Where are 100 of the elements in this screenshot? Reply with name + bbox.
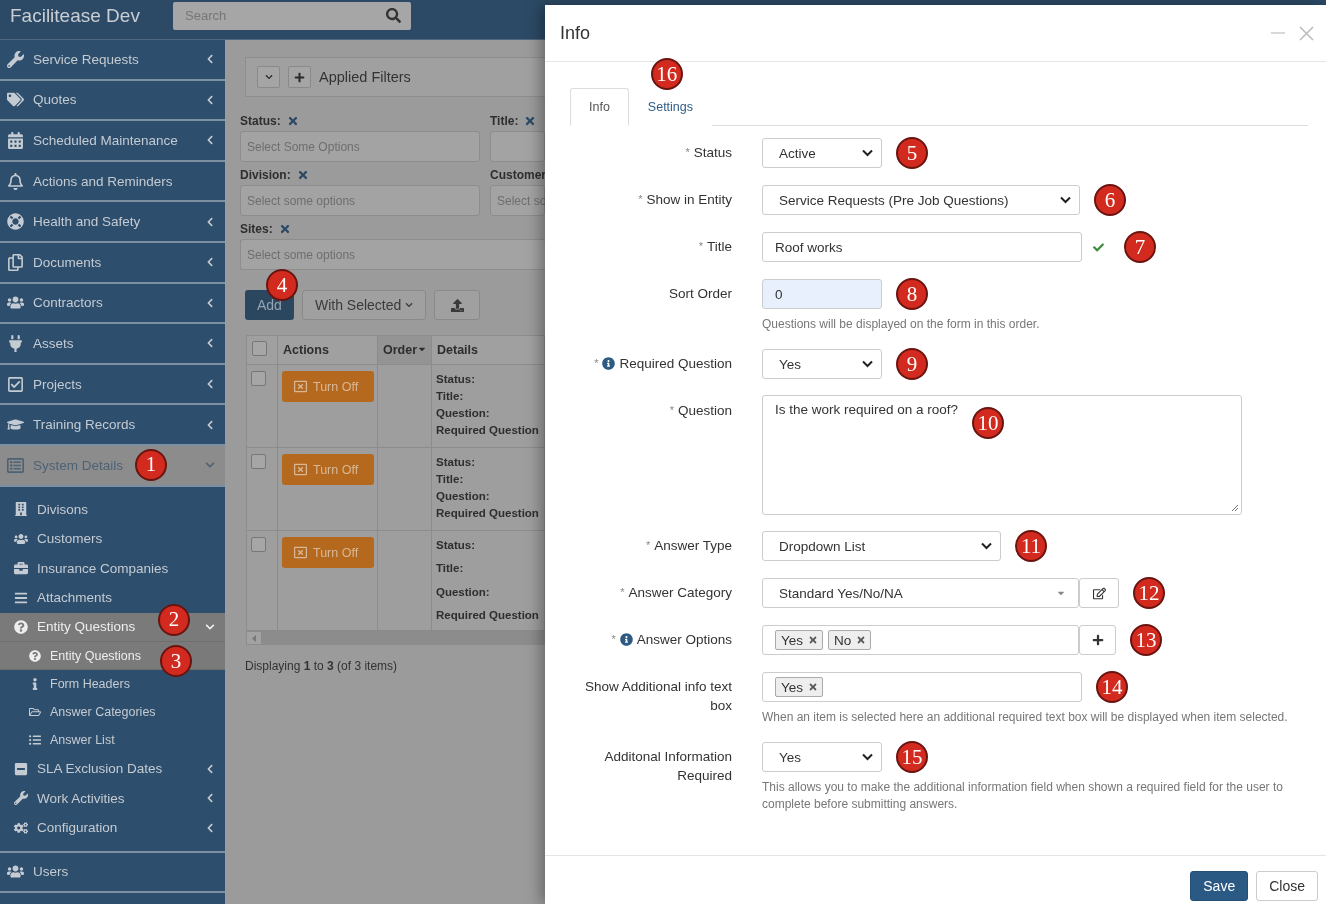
column-header[interactable]: Details [431, 335, 545, 365]
required-mark: * [638, 192, 643, 207]
remove-icon[interactable] [808, 682, 819, 692]
chevron-left-icon [205, 257, 215, 268]
sidebar-subitem[interactable]: Divisons [0, 494, 225, 525]
checkbox[interactable] [251, 454, 266, 469]
detail-label: Question: [436, 489, 490, 504]
number-badge: 15 [896, 741, 928, 773]
people-icon [14, 531, 28, 546]
upload-button[interactable] [434, 290, 481, 320]
info-icon[interactable] [619, 633, 633, 646]
filter-label: Status: [240, 114, 281, 128]
chevron-left-icon [205, 793, 215, 804]
x-box-icon [294, 463, 307, 476]
sidebar-subitem[interactable]: Insurance Companies [0, 553, 225, 584]
number-badge: 6 [1094, 184, 1126, 216]
remove-icon[interactable] [808, 635, 819, 645]
minus-icon [14, 761, 28, 776]
filter-field[interactable] [490, 131, 545, 162]
column-header[interactable]: Actions [277, 335, 378, 365]
app-brand[interactable]: Facilitease Dev [0, 4, 173, 27]
number-badge: 13 [1130, 624, 1162, 656]
chevron-down-icon [1060, 196, 1071, 204]
chevron-left-icon [205, 379, 215, 390]
x-box-icon [294, 380, 307, 393]
sidebar-subitem[interactable]: Answer List [0, 726, 225, 755]
detail-label: Question: [436, 406, 490, 421]
checkbox[interactable] [251, 371, 266, 386]
sidebar-subitem[interactable]: Answer Categories [0, 698, 225, 727]
sidebar-subitem[interactable]: Configuration [0, 813, 225, 843]
remove-icon[interactable] [286, 115, 299, 127]
tag: No [828, 630, 872, 650]
required-mark: * [620, 585, 625, 600]
search-icon [386, 8, 401, 23]
dropdown[interactable]: Service Requests (Pre Job Questions) [762, 185, 1080, 215]
chevron-down-icon [862, 149, 873, 157]
close-button[interactable]: Close [1256, 871, 1318, 901]
with-selected-button[interactable]: With Selected [301, 290, 427, 320]
dropdown[interactable]: Yes [762, 742, 882, 772]
number-badge: 5 [896, 137, 928, 169]
detail-label: Required Question [436, 608, 539, 623]
checkbox[interactable] [251, 537, 266, 552]
remove-icon[interactable] [278, 223, 291, 235]
tag-field[interactable]: Yes No [762, 625, 1079, 655]
text-field[interactable]: Roof works [762, 232, 1082, 262]
question-textarea[interactable]: Is the work required on a roof? 10 [762, 395, 1242, 515]
lines-icon [14, 590, 28, 605]
combo-field[interactable]: Standard Yes/No/NA [762, 578, 1079, 608]
number-badge: 12 [1133, 577, 1165, 609]
sidebar-subitem[interactable]: Customers [0, 524, 225, 554]
dropdown[interactable]: Active [762, 138, 882, 168]
add-button[interactable] [1079, 625, 1116, 655]
bell-icon [7, 172, 24, 190]
field-label: Title [707, 238, 732, 256]
remove-icon[interactable] [856, 635, 867, 645]
sidebar-subitem[interactable]: Work Activities [0, 783, 225, 814]
caret-icon [405, 301, 414, 309]
number-badge: 8 [896, 278, 928, 310]
number-field[interactable]: 0 [762, 279, 882, 309]
modal-title: Info [560, 22, 592, 44]
help-text: When an item is selected here an additional required text box will be displayed when item selected. [762, 709, 1289, 726]
checkbox[interactable] [252, 341, 267, 356]
building-icon [14, 502, 28, 517]
dropdown[interactable]: Dropdown List [762, 531, 1001, 561]
remove-icon[interactable] [524, 115, 537, 127]
documents-icon [7, 253, 24, 271]
upload-icon [450, 298, 464, 312]
plug-icon [7, 334, 24, 352]
help-text: Questions will be displayed on the form in this order. [762, 316, 1041, 333]
field-label: Status [693, 144, 732, 162]
column-header[interactable]: Order [377, 335, 432, 365]
chevron-down-icon [264, 73, 273, 81]
field-label: Show in Entity [646, 191, 732, 209]
number-badge: 9 [896, 348, 928, 380]
chevron-left-icon [205, 54, 215, 65]
chevron-down-icon [205, 621, 215, 632]
dropdown[interactable]: Yes [762, 349, 882, 379]
x-box-icon [294, 546, 307, 559]
lifebuoy-icon [7, 213, 24, 231]
tag-field[interactable]: Yes [762, 672, 1082, 702]
required-mark: * [669, 403, 674, 418]
save-button[interactable]: Save [1190, 871, 1249, 901]
close-icon[interactable] [1299, 25, 1314, 41]
collapse-button[interactable] [257, 66, 280, 88]
remove-icon[interactable] [296, 169, 309, 181]
detail-label: Status: [436, 538, 475, 553]
number-badge: 10 [972, 407, 1004, 439]
chevron-down-icon [862, 360, 873, 368]
add-filter-button[interactable] [288, 66, 311, 88]
tab[interactable]: Info [570, 88, 629, 126]
chevron-left-icon [205, 216, 215, 227]
sidebar-subitem[interactable]: SLA Exclusion Dates [0, 754, 225, 784]
edit-button[interactable] [1079, 578, 1119, 608]
chevron-left-icon [205, 94, 215, 105]
detail-label: Title: [436, 389, 464, 404]
help-text: This allows you to make the additional information field when shown a required field for the user to complete before submitting answers. [762, 779, 1284, 813]
field-label: Question [677, 402, 732, 420]
list-icon [29, 734, 41, 747]
info-icon[interactable] [602, 357, 616, 370]
chevron-down-icon [862, 753, 873, 761]
